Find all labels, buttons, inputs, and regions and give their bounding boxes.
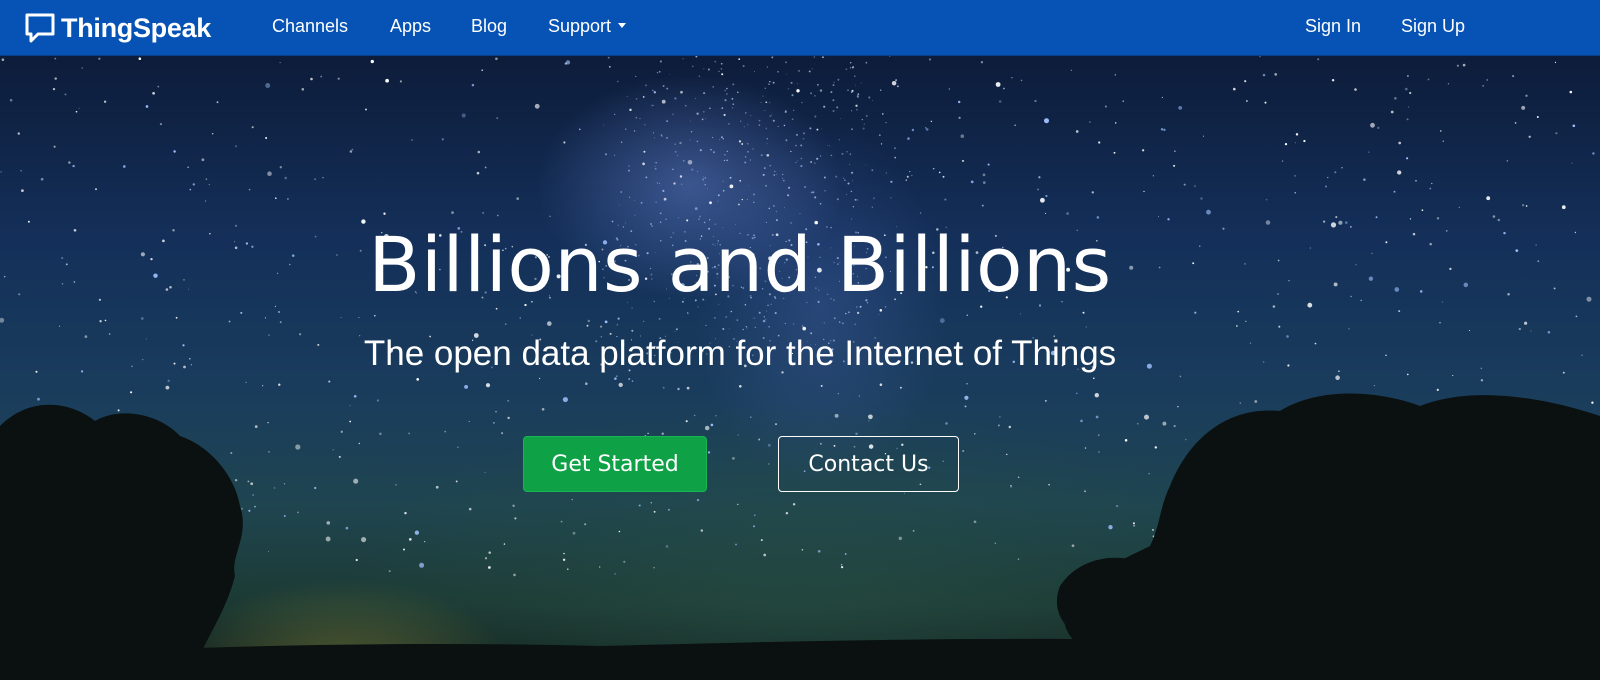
brand-logo-link[interactable]: ThingSpeak [24, 8, 211, 48]
hero-title: Billions and Billions [368, 220, 1112, 309]
contact-us-button[interactable]: Contact Us [778, 436, 959, 492]
nav-support-label: Support [548, 16, 612, 36]
nav-blog[interactable]: Blog [471, 14, 507, 38]
speech-bubble-logo-icon [25, 13, 55, 43]
brand-name: ThingSpeak [61, 12, 212, 43]
nav-support-dropdown[interactable]: Support [548, 14, 627, 38]
hero-subtitle: The open data platform for the Internet … [363, 334, 1117, 373]
get-started-button[interactable]: Get Started [523, 436, 707, 492]
top-navbar: ThingSpeak Channels Apps Blog Support Si… [0, 0, 1600, 56]
nav-apps[interactable]: Apps [390, 14, 431, 38]
nav-channels[interactable]: Channels [272, 14, 348, 38]
caret-down-icon [618, 22, 627, 28]
nav-sign-in[interactable]: Sign In [1305, 14, 1361, 38]
hero-banner: Billions and Billions The open data plat… [0, 56, 1600, 680]
nav-sign-up[interactable]: Sign Up [1401, 14, 1465, 38]
